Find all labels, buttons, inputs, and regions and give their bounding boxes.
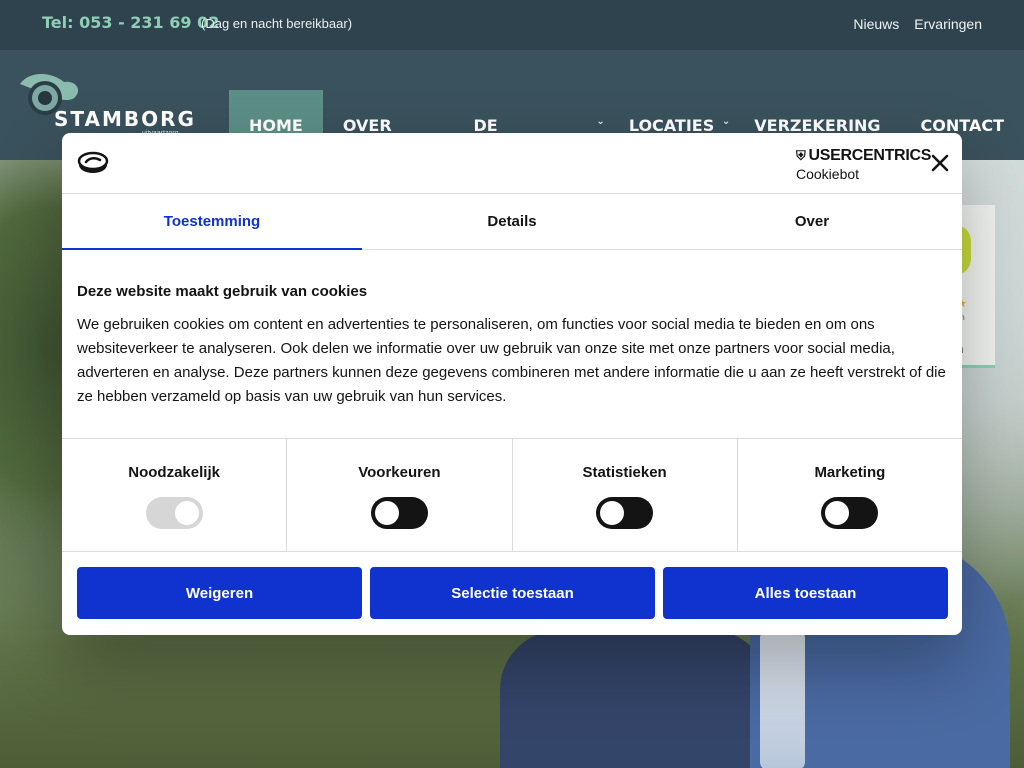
toggle-noodzakelijk	[145, 497, 203, 529]
cookie-categories: Noodzakelijk Voorkeuren Statistieken Mar…	[62, 438, 962, 552]
usercentrics-logo[interactable]: ⛨ USERCENTRICS Cookiebot	[796, 147, 931, 182]
tab-toestemming[interactable]: Toestemming	[62, 195, 362, 250]
category-noodzakelijk: Noodzakelijk	[62, 439, 288, 551]
top-bar: Tel: 053 - 231 69 02 (Dag en nacht berei…	[0, 0, 1024, 50]
tab-details[interactable]: Details	[362, 195, 662, 249]
chevron-down-icon: ⌄	[721, 116, 731, 127]
tab-over[interactable]: Over	[662, 195, 962, 249]
toggle-knob	[600, 501, 625, 525]
category-marketing: Marketing	[738, 439, 962, 551]
toggle-voorkeuren[interactable]	[370, 497, 428, 529]
category-voorkeuren: Voorkeuren	[287, 439, 513, 551]
hero-scarf	[760, 630, 805, 768]
dialog-heading: Deze website maakt gebruik van cookies	[77, 283, 368, 300]
cookie-consent-dialog: ⛨ USERCENTRICS Cookiebot Toestemming Deta…	[62, 133, 962, 635]
category-label: Statistieken	[582, 464, 667, 481]
logo-text: STAMBORG	[54, 107, 196, 131]
top-links: Nieuws Ervaringen	[853, 16, 982, 32]
close-icon[interactable]	[928, 151, 952, 175]
toggle-knob	[825, 501, 850, 525]
cookie-icon	[77, 151, 109, 173]
toggle-knob	[374, 501, 399, 525]
brand-name: USERCENTRICS	[808, 147, 932, 164]
top-link-ervaringen[interactable]: Ervaringen	[914, 16, 982, 32]
dialog-header: ⛨ USERCENTRICS Cookiebot	[62, 133, 962, 194]
dialog-tabs: Toestemming Details Over	[62, 195, 962, 250]
category-label: Voorkeuren	[358, 464, 441, 481]
availability-note: (Dag en nacht bereikbaar)	[201, 16, 353, 31]
toggle-marketing[interactable]	[821, 497, 879, 529]
allow-selection-button[interactable]: Selectie toestaan	[370, 567, 655, 619]
toggle-knob	[174, 501, 199, 525]
phone-number[interactable]: Tel: 053 - 231 69 02	[42, 13, 219, 32]
chevron-down-icon: ⌄	[596, 116, 605, 127]
category-label: Noodzakelijk	[128, 464, 220, 481]
brand-product: Cookiebot	[796, 166, 860, 182]
dialog-actions: Weigeren Selectie toestaan Alles toestaa…	[77, 567, 948, 619]
toggle-statistieken[interactable]	[596, 497, 654, 529]
site-logo[interactable]: STAMBORG uitvaartzorg	[12, 70, 202, 140]
top-link-nieuws[interactable]: Nieuws	[853, 16, 899, 32]
deny-button[interactable]: Weigeren	[77, 567, 362, 619]
hero-person-left	[500, 630, 770, 768]
category-statistieken: Statistieken	[513, 439, 738, 551]
allow-all-button[interactable]: Alles toestaan	[663, 567, 948, 619]
dialog-body: Deze website maakt gebruik van cookies W…	[77, 283, 947, 409]
shield-icon: ⛨	[796, 148, 806, 163]
category-label: Marketing	[814, 464, 886, 481]
dialog-description: We gebruiken cookies om content en adver…	[77, 316, 946, 405]
